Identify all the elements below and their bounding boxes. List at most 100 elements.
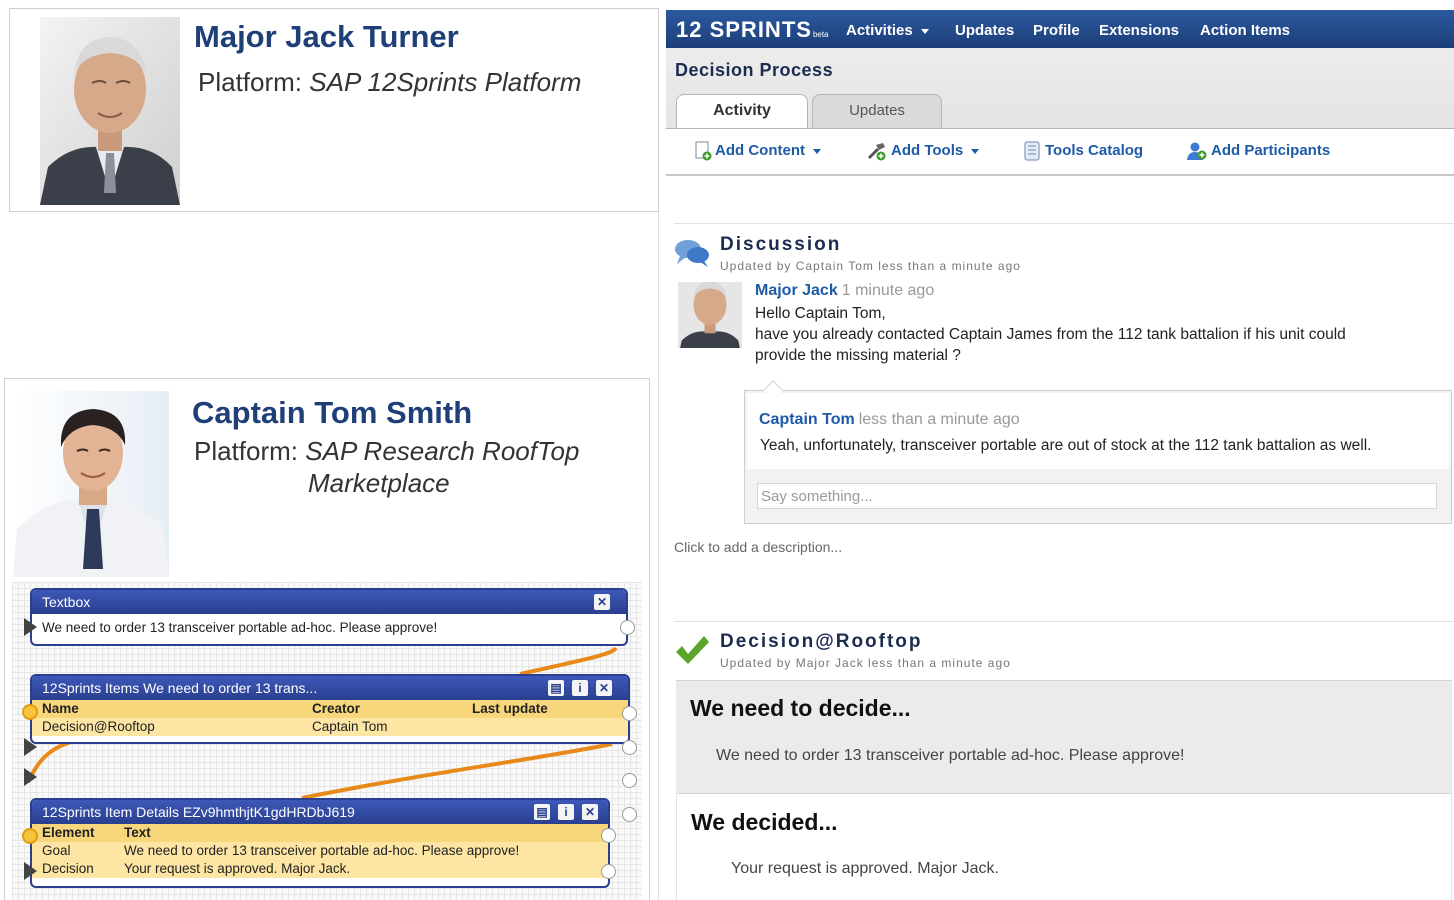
nav-extensions[interactable]: Extensions bbox=[1099, 22, 1179, 39]
col-text: Text bbox=[124, 825, 151, 840]
col-last-update: Last update bbox=[472, 701, 548, 716]
avatar-captain-tom bbox=[13, 391, 169, 577]
output-port[interactable] bbox=[601, 828, 616, 843]
widget-title: 12Sprints Items We need to order 13 tran… bbox=[42, 680, 318, 696]
add-description-link[interactable]: Click to add a description... bbox=[674, 539, 842, 555]
chevron-down-icon bbox=[971, 148, 980, 154]
decision-need-block[interactable]: We need to decide... We need to order 13… bbox=[676, 680, 1452, 794]
reply-body: Yeah, unfortunately, transceiver portabl… bbox=[760, 437, 1372, 454]
output-port[interactable] bbox=[622, 807, 637, 822]
platform-line-2: Marketplace bbox=[308, 467, 450, 499]
output-port[interactable] bbox=[601, 864, 616, 879]
platform-line: Platform: SAP 12Sprints Platform bbox=[198, 66, 581, 98]
mashup-canvas[interactable]: Textbox ✕ We need to order 13 transceive… bbox=[12, 582, 642, 900]
catalog-icon bbox=[1024, 141, 1040, 161]
table-row[interactable]: Decision@Rooftop Captain Tom bbox=[32, 718, 628, 736]
tab-updates[interactable]: Updates bbox=[812, 94, 942, 128]
platform-value-cont: Marketplace bbox=[308, 468, 450, 498]
nav-label: Activities bbox=[846, 22, 913, 39]
checkmark-icon bbox=[676, 636, 709, 664]
table-row[interactable]: Decision Your request is approved. Major… bbox=[32, 860, 608, 878]
add-tools-button[interactable]: Add Tools bbox=[866, 141, 980, 161]
divider bbox=[674, 223, 1454, 224]
wire bbox=[301, 742, 613, 800]
add-user-icon bbox=[1187, 142, 1207, 160]
decision-subtitle: Updated by Major Jack less than a minute… bbox=[720, 656, 1011, 670]
input-port[interactable] bbox=[24, 738, 37, 756]
page-title: Decision Process bbox=[675, 60, 834, 80]
chevron-down-icon bbox=[920, 28, 929, 34]
nav-updates[interactable]: Updates bbox=[955, 22, 1014, 39]
platform-label: Platform: bbox=[198, 67, 303, 97]
tools-catalog-button[interactable]: Tools Catalog bbox=[1022, 141, 1143, 161]
decision-decided-block[interactable]: We decided... Your request is approved. … bbox=[676, 795, 1452, 900]
reply-time: less than a minute ago bbox=[858, 411, 1020, 428]
sun-icon bbox=[22, 704, 38, 720]
tab-activity[interactable]: Activity bbox=[676, 94, 808, 129]
reply-card: Captain Tom less than a minute ago Yeah, … bbox=[747, 393, 1449, 469]
need-text: We need to order 13 transceiver portable… bbox=[716, 747, 1185, 764]
discussion-icon bbox=[675, 240, 709, 267]
output-port[interactable] bbox=[620, 620, 635, 635]
discussion-title[interactable]: Discussion bbox=[720, 234, 841, 256]
info-icon[interactable]: i bbox=[558, 804, 574, 820]
process-header: Decision Process Activity Updates Add Co… bbox=[666, 48, 1454, 176]
save-icon[interactable]: ▤ bbox=[548, 680, 564, 696]
widget-title: 12Sprints Item Details EZv9hmthjtK1gdHRD… bbox=[42, 804, 355, 820]
decided-title: We decided... bbox=[691, 809, 838, 835]
nav-activities[interactable]: Activities bbox=[846, 22, 929, 39]
cell-creator: Captain Tom bbox=[312, 719, 388, 734]
logo-text: 12 SPRINTS bbox=[676, 17, 812, 42]
widget-title-bar[interactable]: 12Sprints Item Details EZv9hmthjtK1gdHRD… bbox=[32, 800, 608, 824]
need-title: We need to decide... bbox=[690, 695, 911, 721]
close-icon[interactable]: ✕ bbox=[582, 804, 598, 820]
divider bbox=[674, 621, 1454, 622]
person-name: Major Jack Turner bbox=[194, 19, 459, 54]
app-logo[interactable]: 12 SPRINTSbeta bbox=[676, 17, 829, 43]
nav-profile[interactable]: Profile bbox=[1033, 22, 1080, 39]
post-line: have you already contacted Captain James… bbox=[755, 326, 1346, 343]
platform-value: SAP Research RoofTop bbox=[305, 436, 580, 466]
output-port[interactable] bbox=[622, 773, 637, 788]
decision-title[interactable]: Decision@Rooftop bbox=[720, 631, 923, 653]
post-time: 1 minute ago bbox=[841, 282, 935, 299]
say-something-input[interactable] bbox=[757, 483, 1437, 509]
logo-badge: beta bbox=[812, 30, 829, 39]
add-content-button[interactable]: Add Content bbox=[694, 141, 821, 161]
platform-label: Platform: bbox=[194, 436, 299, 466]
col-creator: Creator bbox=[312, 701, 361, 716]
col-name: Name bbox=[42, 701, 79, 716]
input-port[interactable] bbox=[24, 768, 37, 786]
items-widget[interactable]: 12Sprints Items We need to order 13 tran… bbox=[30, 674, 630, 744]
cell-element: Decision bbox=[42, 861, 94, 876]
reply-thread: Captain Tom less than a minute ago Yeah, … bbox=[744, 390, 1452, 524]
post-author-link[interactable]: Major Jack bbox=[755, 282, 838, 299]
textbox-widget[interactable]: Textbox ✕ We need to order 13 transceive… bbox=[30, 588, 628, 646]
close-icon[interactable]: ✕ bbox=[596, 680, 612, 696]
top-nav-bar: 12 SPRINTSbeta Activities Updates Profil… bbox=[666, 10, 1454, 48]
platform-line: Platform: SAP Research RoofTop bbox=[194, 435, 579, 467]
output-port[interactable] bbox=[622, 706, 637, 721]
info-icon[interactable]: i bbox=[572, 680, 588, 696]
add-participants-button[interactable]: Add Participants bbox=[1186, 141, 1330, 161]
input-port[interactable] bbox=[24, 618, 37, 636]
sprints-app: 12 SPRINTSbeta Activities Updates Profil… bbox=[666, 10, 1454, 900]
widget-title-bar[interactable]: Textbox ✕ bbox=[32, 590, 626, 614]
reply-header: Captain Tom less than a minute ago bbox=[759, 411, 1020, 429]
nav-action-items[interactable]: Action Items bbox=[1200, 22, 1290, 39]
close-icon[interactable]: ✕ bbox=[594, 594, 610, 610]
discussion-subtitle: Updated by Captain Tom less than a minut… bbox=[720, 259, 1021, 273]
add-content-label: Add Content bbox=[715, 141, 805, 159]
textbox-content[interactable]: We need to order 13 transceiver portable… bbox=[32, 619, 626, 637]
table-header-row: Element Text bbox=[32, 824, 608, 842]
cell-text: We need to order 13 transceiver portable… bbox=[124, 843, 520, 858]
details-widget[interactable]: 12Sprints Item Details EZv9hmthjtK1gdHRD… bbox=[30, 798, 610, 888]
output-port[interactable] bbox=[622, 740, 637, 755]
table-row[interactable]: Goal We need to order 13 transceiver por… bbox=[32, 842, 608, 860]
save-icon[interactable]: ▤ bbox=[534, 804, 550, 820]
input-port[interactable] bbox=[24, 862, 37, 880]
widget-title-bar[interactable]: 12Sprints Items We need to order 13 tran… bbox=[32, 676, 628, 700]
cell-name: Decision@Rooftop bbox=[42, 719, 155, 734]
tools-catalog-label: Tools Catalog bbox=[1045, 141, 1144, 159]
reply-author-link[interactable]: Captain Tom bbox=[759, 411, 855, 428]
